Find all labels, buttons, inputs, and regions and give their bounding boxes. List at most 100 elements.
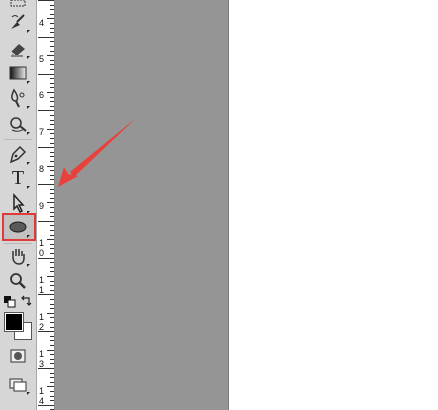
swap-colors-button[interactable] xyxy=(20,294,32,306)
ruler-label: 1 xyxy=(39,238,45,248)
ruler-tick xyxy=(50,170,54,171)
ruler-label: 5 xyxy=(39,54,45,64)
hand-tool[interactable] xyxy=(6,244,30,268)
zoom-tool[interactable] xyxy=(6,269,30,293)
eraser-tool[interactable] xyxy=(6,36,30,60)
type-icon: T xyxy=(11,167,25,189)
swap-arrows-icon xyxy=(21,295,32,306)
ruler-tick xyxy=(38,0,54,1)
ruler-tick xyxy=(38,331,54,332)
history-brush-tool[interactable] xyxy=(6,10,30,34)
ruler-tick xyxy=(50,64,54,65)
path-selection-icon xyxy=(13,193,25,214)
ruler-tick xyxy=(50,340,54,341)
ruler-tick xyxy=(47,129,54,130)
type-tool[interactable]: T xyxy=(6,166,30,190)
ruler-tick xyxy=(50,299,54,300)
history-brush-icon xyxy=(11,14,25,29)
ruler-tick xyxy=(50,345,54,346)
ruler-tick xyxy=(50,41,54,42)
ruler-tick xyxy=(38,147,54,148)
ruler-tick xyxy=(50,391,54,392)
ellipse-tool[interactable] xyxy=(6,215,30,239)
dodge-icon xyxy=(10,117,27,132)
ruler-tick xyxy=(50,83,54,84)
ruler-tick xyxy=(38,221,54,222)
dodge-tool[interactable] xyxy=(6,112,30,136)
ruler-label: 7 xyxy=(39,127,45,137)
ruler-tick xyxy=(47,313,54,314)
ruler-tick xyxy=(50,248,54,249)
ruler-tick xyxy=(50,382,54,383)
quick-mask-button[interactable] xyxy=(6,344,30,368)
path-selection-tool[interactable] xyxy=(6,191,30,215)
default-colors-icon xyxy=(4,296,16,308)
ruler-tick xyxy=(50,87,54,88)
ruler-tick xyxy=(50,60,54,61)
ruler-tick xyxy=(50,32,54,33)
ruler-tick xyxy=(38,110,54,111)
ruler-tick xyxy=(47,276,54,277)
ruler-tick xyxy=(50,120,54,121)
ruler-tick xyxy=(38,258,54,259)
ruler-label: 1 xyxy=(39,275,45,285)
ruler-tick xyxy=(50,336,54,337)
ruler-tick xyxy=(50,285,54,286)
ruler-tick xyxy=(50,377,54,378)
ruler-tick xyxy=(50,193,54,194)
ruler-tick xyxy=(50,235,54,236)
ruler-tick xyxy=(50,51,54,52)
ruler-tick xyxy=(50,175,54,176)
ellipse-shape-icon xyxy=(9,221,27,233)
ruler-tick xyxy=(38,368,54,369)
ruler-label: 4 xyxy=(39,18,45,28)
ruler-tick xyxy=(50,373,54,374)
ruler-tick xyxy=(50,143,54,144)
ruler-tick xyxy=(50,124,54,125)
pen-icon xyxy=(9,145,27,164)
ruler-tick xyxy=(50,23,54,24)
ruler-tick xyxy=(50,262,54,263)
screen-mode-button[interactable] xyxy=(6,372,30,396)
zoom-icon xyxy=(10,273,26,289)
hand-icon xyxy=(12,249,25,265)
ruler-tick xyxy=(50,359,54,360)
ruler-tick xyxy=(50,216,54,217)
ruler-tick xyxy=(47,92,54,93)
ruler-label: 8 xyxy=(39,164,45,174)
ruler-tick xyxy=(50,225,54,226)
ruler-label: 1 xyxy=(39,312,45,322)
gradient-tool[interactable] xyxy=(6,61,30,85)
ruler-tick xyxy=(47,55,54,56)
ruler-tick xyxy=(50,156,54,157)
ruler-tick xyxy=(50,138,54,139)
tools-panel: T xyxy=(0,0,37,410)
ruler-tick xyxy=(50,198,54,199)
ruler-tick xyxy=(50,46,54,47)
pen-tool[interactable] xyxy=(6,142,30,166)
ruler-tick xyxy=(50,161,54,162)
ruler-label: 0 xyxy=(39,248,45,258)
vertical-ruler: 4 5 6 7 8 9 1 0 1 1 1 2 1 3 1 4 xyxy=(37,0,55,410)
document-canvas[interactable] xyxy=(55,0,229,410)
ruler-tick xyxy=(50,133,54,134)
ruler-tick xyxy=(50,69,54,70)
ruler-tick xyxy=(50,290,54,291)
ruler-tick xyxy=(50,189,54,190)
ruler-tick xyxy=(50,308,54,309)
ruler-tick xyxy=(38,37,54,38)
ruler-tick xyxy=(50,179,54,180)
ruler-tick xyxy=(50,267,54,268)
ruler-tick xyxy=(50,304,54,305)
default-colors-button[interactable] xyxy=(4,295,16,308)
blur-tool[interactable] xyxy=(6,86,30,110)
ruler-tick xyxy=(38,294,54,295)
ruler-tick xyxy=(50,363,54,364)
ruler-tick xyxy=(38,405,54,406)
ruler-label: 1 xyxy=(39,386,45,396)
ruler-tick xyxy=(50,317,54,318)
ruler-label: 9 xyxy=(39,201,45,211)
ruler-label: 6 xyxy=(39,90,45,100)
blur-icon xyxy=(11,88,25,108)
foreground-color-swatch[interactable] xyxy=(4,312,24,332)
